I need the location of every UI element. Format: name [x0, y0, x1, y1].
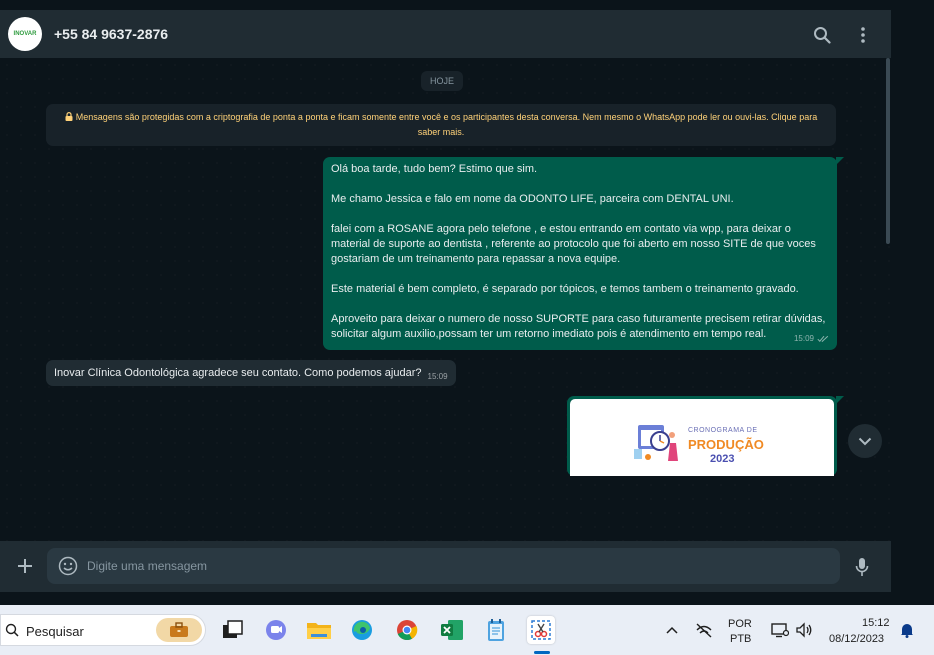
message-list[interactable]: HOJE Mensagens são protegidas com a crip… — [0, 58, 891, 541]
screen: INOVAR +55 84 9637-2876 HOJE Mensagens s… — [0, 0, 934, 655]
contact-name[interactable]: +55 84 9637-2876 — [54, 26, 168, 42]
clock-date[interactable]: 08/12/2023 — [829, 633, 884, 645]
edge-browser-icon[interactable] — [348, 616, 376, 644]
keyboard-layout[interactable]: PTB — [730, 633, 751, 645]
right-background — [891, 0, 934, 605]
chrome-browser-icon[interactable] — [393, 616, 421, 644]
image-message[interactable]: CRONOGRAMA DE PRODUÇÃO 2023 — [567, 396, 844, 476]
message-paragraph: Me chamo Jessica e falo em nome da ODONT… — [331, 193, 734, 205]
message-text: Inovar Clínica Odontológica agradece seu… — [54, 367, 422, 379]
briefcase-icon[interactable] — [156, 618, 202, 642]
message-paragraph: Este material é bem completo, é separado… — [331, 283, 799, 295]
message-input-box[interactable] — [47, 548, 840, 584]
message-paragraph: falei com a ROSANE agora pelo telefone ,… — [331, 223, 816, 265]
image-caption-line: CRONOGRAMA DE — [688, 427, 758, 434]
composer-bar — [0, 541, 891, 592]
message-paragraph: Olá boa tarde, tudo bem? Estimo que sim. — [331, 163, 538, 175]
avatar[interactable]: INOVAR — [8, 17, 42, 51]
window-bottom-gap — [0, 592, 934, 605]
image-caption-line: 2023 — [710, 453, 735, 465]
taskbar-search[interactable]: Pesquisar — [0, 614, 206, 646]
teams-chat-icon[interactable] — [262, 616, 290, 644]
top-strip — [0, 0, 934, 10]
network-offline-icon[interactable] — [690, 616, 718, 644]
date-divider: HOJE — [421, 71, 464, 91]
language-code[interactable]: POR — [728, 618, 752, 630]
microphone-icon[interactable] — [851, 556, 873, 578]
double-check-icon — [817, 335, 829, 342]
clock-time[interactable]: 15:12 — [862, 617, 890, 629]
snipping-tool-icon[interactable] — [527, 616, 555, 644]
notification-bell-icon[interactable] — [893, 616, 921, 644]
attach-plus-icon[interactable] — [14, 555, 36, 577]
search-icon[interactable] — [811, 24, 833, 46]
taskbar: Pesquisar POR PTB 15:12 08/12/2023 — [0, 605, 934, 655]
scrollbar[interactable] — [886, 58, 890, 244]
chat-header[interactable]: INOVAR +55 84 9637-2876 — [0, 10, 891, 58]
task-view-icon[interactable] — [219, 616, 247, 644]
emoji-icon[interactable] — [58, 556, 78, 576]
taskbar-search-label: Pesquisar — [26, 624, 84, 639]
scroll-down-button[interactable] — [848, 424, 882, 458]
kebab-menu-icon[interactable] — [852, 24, 874, 46]
bubble-tail — [836, 157, 844, 165]
calendar-clock-illustration-icon — [634, 425, 678, 461]
outgoing-message[interactable]: Olá boa tarde, tudo bem? Estimo que sim.… — [323, 157, 844, 350]
incoming-message[interactable]: Inovar Clínica Odontológica agradece seu… — [46, 360, 456, 386]
file-explorer-icon[interactable] — [305, 616, 333, 644]
volume-icon[interactable] — [790, 616, 818, 644]
encryption-notice-text: Mensagens são protegidas com a criptogra… — [75, 112, 818, 137]
search-icon — [5, 623, 19, 637]
message-paragraph: Aproveito para deixar o numero de nosso … — [331, 313, 826, 340]
avatar-logo: INOVAR — [13, 31, 37, 37]
message-time: 15:09 — [793, 334, 814, 343]
encryption-notice[interactable]: Mensagens são protegidas com a criptogra… — [46, 104, 836, 146]
message-time: 15:09 — [427, 371, 448, 381]
active-app-indicator — [534, 651, 550, 654]
excel-icon[interactable] — [438, 616, 466, 644]
image-caption-line: PRODUÇÃO — [688, 437, 764, 452]
chevron-down-icon — [858, 437, 872, 445]
bubble-tail — [836, 396, 844, 404]
chevron-up-icon[interactable] — [658, 616, 686, 644]
lock-icon — [65, 112, 73, 121]
message-meta: 15:09 — [794, 331, 829, 346]
image-preview[interactable]: CRONOGRAMA DE PRODUÇÃO 2023 — [570, 399, 834, 476]
message-input[interactable] — [87, 548, 827, 584]
notepad-icon[interactable] — [482, 616, 510, 644]
